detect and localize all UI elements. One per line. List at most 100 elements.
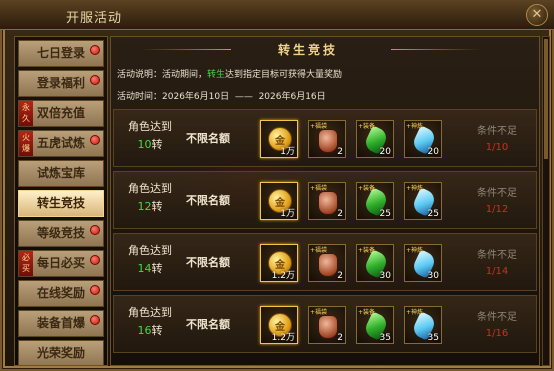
activity-description: 活动说明：活动期间，转生达到指定目标可获得大量奖励	[117, 67, 342, 80]
requirement: 角色达到 14转	[120, 242, 180, 278]
main-panel: 转生竞技 活动说明：活动期间，转生达到指定目标可获得大量奖励 活动时间：2026…	[110, 36, 540, 366]
sidebar-tab-6[interactable]: 等级竞技	[18, 220, 104, 247]
tab-label: 登录福利	[36, 76, 85, 90]
notification-dot-icon	[90, 315, 100, 325]
lucky-bag-icon	[318, 315, 338, 339]
reward-slot[interactable]: 1.2万	[260, 244, 298, 282]
reward-ribbon: +装备	[358, 247, 376, 254]
activity-sidebar: 七日登录 登录福利 永久 双倍充值 火爆 五虎试炼 试炼宝库 转生竞技 等级竞技 必买 每日必买 在线…	[14, 36, 108, 366]
reward-count: 1.2万	[271, 271, 295, 281]
progress-text: 1/10	[485, 142, 509, 153]
reward-count: 2	[337, 333, 343, 343]
reward-ribbon: +神炼	[406, 185, 424, 192]
reward-ribbon: +装备	[358, 123, 376, 130]
requirement: 角色达到 10转	[120, 118, 180, 154]
desc-prefix: 活动说明：活动期间，	[117, 70, 208, 80]
reward-row: 角色达到10转不限名额1万+福袋2+装备20+神炼20条件不足1/10	[113, 109, 537, 167]
desc-highlight: 转生	[207, 70, 226, 80]
progress-text: 1/12	[485, 204, 509, 215]
reward-count: 25	[379, 209, 391, 219]
level-unit: 转	[151, 138, 163, 151]
reward-slot[interactable]: +福袋 2	[308, 244, 346, 282]
reward-slot[interactable]: 1万	[260, 120, 298, 158]
sidebar-tab-1[interactable]: 登录福利	[18, 70, 104, 97]
reward-ribbon: +福袋	[310, 309, 328, 316]
sidebar-tab-5[interactable]: 转生竞技	[18, 190, 104, 217]
claim-status-button[interactable]: 条件不足	[462, 184, 532, 199]
reward-slot[interactable]: +福袋 2	[308, 120, 346, 158]
tab-label: 七日登录	[36, 46, 85, 60]
reward-slot[interactable]: +装备 20	[356, 120, 394, 158]
sidebar-tab-9[interactable]: 装备首爆	[18, 310, 104, 337]
sidebar-tab-2[interactable]: 永久 双倍充值	[18, 100, 104, 127]
reward-count: 30	[427, 271, 439, 281]
sidebar-tab-0[interactable]: 七日登录	[18, 40, 104, 67]
tab-tag: 永久	[19, 101, 33, 126]
level-unit: 转	[151, 262, 163, 275]
reward-ribbon: +装备	[358, 309, 376, 316]
tab-tag: 火爆	[19, 131, 33, 156]
sidebar-tab-3[interactable]: 火爆 五虎试炼	[18, 130, 104, 157]
requirement-label: 角色达到	[128, 120, 172, 133]
lucky-bag-icon	[318, 191, 338, 215]
reward-slot[interactable]: +福袋 2	[308, 306, 346, 344]
activity-time: 活动时间：2026年6月10日 —— 2026年6月16日	[117, 89, 326, 102]
tab-tag: 必买	[19, 251, 33, 276]
reward-count: 30	[379, 271, 391, 281]
quota-label: 不限名额	[186, 256, 230, 269]
level-unit: 转	[151, 324, 163, 337]
reward-slot[interactable]: +装备 25	[356, 182, 394, 220]
sidebar-tab-8[interactable]: 在线奖励	[18, 280, 104, 307]
requirement-label: 角色达到	[128, 244, 172, 257]
sidebar-tab-4[interactable]: 试炼宝库	[18, 160, 104, 187]
reward-slot[interactable]: 1万	[260, 182, 298, 220]
reward-slot[interactable]: +神炼 25	[404, 182, 442, 220]
quota-label: 不限名额	[186, 132, 230, 145]
reward-ribbon: +福袋	[310, 185, 328, 192]
level-unit: 转	[151, 200, 163, 213]
reward-slot[interactable]: +装备 30	[356, 244, 394, 282]
tab-label: 双倍充值	[36, 106, 85, 120]
close-button[interactable]: ✕	[526, 4, 548, 26]
reward-count: 1万	[280, 209, 295, 219]
requirement-level: 16转	[120, 322, 180, 340]
scrollbar[interactable]	[542, 36, 550, 366]
claim-status-button[interactable]: 条件不足	[462, 246, 532, 261]
tab-label: 在线奖励	[36, 286, 85, 300]
tab-label: 每日必买	[36, 256, 85, 270]
time-separator: ——	[234, 92, 253, 102]
notification-dot-icon	[90, 135, 100, 145]
notification-dot-icon	[90, 75, 100, 85]
requirement-level: 10转	[120, 136, 180, 154]
scrollbar-thumb[interactable]	[544, 39, 548, 159]
requirement: 角色达到 16转	[120, 304, 180, 340]
reward-slot[interactable]: +神炼 30	[404, 244, 442, 282]
reward-count: 35	[427, 333, 439, 343]
claim-status-button[interactable]: 条件不足	[462, 122, 532, 137]
sidebar-tab-7[interactable]: 必买 每日必买	[18, 250, 104, 277]
reward-slot[interactable]: +福袋 2	[308, 182, 346, 220]
desc-suffix: 达到指定目标可获得大量奖励	[225, 70, 343, 80]
tab-label: 等级竞技	[36, 226, 85, 240]
notification-dot-icon	[90, 225, 100, 235]
reward-slot[interactable]: 1.2万	[260, 306, 298, 344]
claim-status-button[interactable]: 条件不足	[462, 308, 532, 323]
reward-row: 角色达到12转不限名额1万+福袋2+装备25+神炼25条件不足1/12	[113, 171, 537, 229]
reward-slot[interactable]: +神炼 35	[404, 306, 442, 344]
reward-count: 25	[427, 209, 439, 219]
reward-slot[interactable]: +装备 35	[356, 306, 394, 344]
reward-ribbon: +福袋	[310, 123, 328, 130]
level-value: 14	[137, 262, 152, 275]
reward-ribbon: +神炼	[406, 309, 424, 316]
level-value: 10	[137, 138, 152, 151]
notification-dot-icon	[90, 285, 100, 295]
lucky-bag-icon	[318, 129, 338, 153]
quota-label: 不限名额	[186, 318, 230, 331]
time-label: 活动时间：	[117, 92, 163, 102]
sidebar-tab-10[interactable]: 光荣奖励	[18, 340, 104, 365]
reward-row: 角色达到16转不限名额1.2万+福袋2+装备35+神炼35条件不足1/16	[113, 295, 537, 353]
tab-label: 光荣奖励	[36, 346, 85, 360]
reward-slot[interactable]: +神炼 20	[404, 120, 442, 158]
notification-dot-icon	[90, 45, 100, 55]
panel-banner: 转生竞技	[277, 43, 338, 57]
